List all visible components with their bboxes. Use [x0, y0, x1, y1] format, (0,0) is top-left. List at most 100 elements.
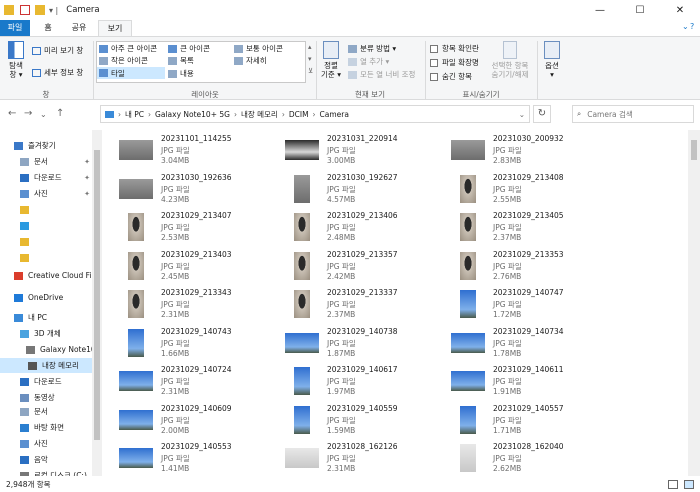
breadcrumb-internal-storage[interactable]: 내장 메모리 — [241, 109, 278, 120]
file-tile[interactable]: 20231029_213405 JPG 파일 2.37MB — [447, 209, 607, 247]
sidebar-item[interactable]: 로컬 디스크 (C:) — [0, 468, 92, 476]
layout-extra-large-icons[interactable]: 아주 큰 아이콘 — [99, 43, 157, 54]
file-tile[interactable]: 20231029_213403 JPG 파일 2.45MB — [115, 248, 275, 286]
sidebar-item[interactable] — [0, 250, 92, 265]
file-tile[interactable]: 20231029_140617 JPG 파일 1.97MB — [281, 363, 441, 401]
breadcrumb-separator-icon[interactable]: › — [118, 110, 121, 119]
item-checkboxes-checkbox[interactable] — [430, 44, 438, 53]
sidebar-item[interactable]: Creative Cloud Fi — [0, 268, 92, 283]
refresh-button[interactable]: ↻ — [533, 105, 551, 123]
file-list-scrollbar[interactable] — [688, 130, 700, 476]
details-view-icon[interactable] — [668, 480, 678, 489]
sidebar-item[interactable]: 바탕 화면 — [0, 420, 92, 435]
options-button[interactable]: 옵션 ▾ — [540, 41, 564, 79]
details-pane-button[interactable]: 세부 정보 창 — [32, 67, 83, 78]
sidebar-item[interactable]: 음악 — [0, 452, 92, 467]
breadcrumb-separator-icon[interactable]: › — [282, 110, 285, 119]
add-columns-button[interactable]: 열 추가 ▾ — [348, 56, 389, 67]
file-tile[interactable]: 20231028_162040 JPG 파일 2.62MB — [447, 440, 607, 476]
hidden-items-checkbox[interactable] — [430, 72, 438, 81]
up-arrow-icon[interactable]: ↑ — [56, 108, 64, 119]
sort-by-button[interactable]: 정렬 기준 ▾ — [318, 41, 344, 79]
file-tile[interactable]: 20231029_213357 JPG 파일 2.42MB — [281, 248, 441, 286]
ribbon-collapse-icon[interactable]: ⌄ — [682, 22, 689, 31]
search-input[interactable]: ⌕ Camera 검색 — [572, 105, 694, 123]
breadcrumb-galaxy[interactable]: Galaxy Note10+ 5G — [155, 110, 230, 119]
sidebar-item[interactable]: 내장 메모리 — [0, 358, 92, 373]
sidebar-item[interactable]: Galaxy Note10+ — [0, 342, 92, 357]
layout-medium-icons[interactable]: 보통 아이콘 — [234, 43, 283, 54]
file-tile[interactable]: 20231029_140738 JPG 파일 1.87MB — [281, 325, 441, 363]
back-arrow-icon[interactable]: ← — [8, 108, 16, 119]
hidden-items-toggle[interactable]: 숨긴 항목 — [430, 71, 472, 82]
file-tile[interactable]: 20231028_162126 JPG 파일 2.31MB — [281, 440, 441, 476]
layout-scroll-up-icon[interactable]: ▴ — [308, 43, 312, 51]
breadcrumb-separator-icon[interactable]: › — [313, 110, 316, 119]
sidebar-item[interactable]: 동영상 — [0, 390, 92, 405]
file-tile[interactable]: 20231029_213407 JPG 파일 2.53MB — [115, 209, 275, 247]
file-list-scrollbar-thumb[interactable] — [691, 140, 697, 160]
sidebar-item[interactable] — [0, 218, 92, 233]
breadcrumb-dcim[interactable]: DCIM — [289, 110, 309, 119]
layout-tiles[interactable]: 타일 — [97, 67, 165, 79]
recent-locations-icon[interactable]: ⌄ — [40, 110, 47, 119]
tab-view[interactable]: 보기 — [98, 20, 132, 36]
tab-home[interactable]: 홈 — [36, 20, 60, 36]
sidebar-item[interactable]: 내 PC — [0, 310, 92, 325]
group-by-button[interactable]: 분류 방법 ▾ — [348, 43, 396, 54]
file-tile[interactable]: 20231029_140747 JPG 파일 1.72MB — [447, 286, 607, 324]
layout-content[interactable]: 내용 — [168, 68, 194, 79]
sidebar-item[interactable]: 사진 — [0, 436, 92, 451]
size-all-columns-button[interactable]: 모든 열 너비 조정 — [348, 69, 415, 80]
file-extensions-toggle[interactable]: 파일 확장명 — [430, 57, 479, 68]
file-tile[interactable]: 20231031_220914 JPG 파일 3.00MB — [281, 132, 441, 170]
sidebar-scrollbar-thumb[interactable] — [94, 150, 100, 440]
item-checkboxes-toggle[interactable]: 항목 확인란 — [430, 43, 479, 54]
layout-scroll-down-icon[interactable]: ▾ — [308, 55, 312, 63]
sidebar-item[interactable] — [0, 234, 92, 249]
close-button[interactable]: ✕ — [660, 0, 700, 20]
file-tile[interactable]: 20231029_140734 JPG 파일 1.78MB — [447, 325, 607, 363]
sidebar-item[interactable] — [0, 202, 92, 217]
sidebar-item[interactable]: 사진 ✦ — [0, 186, 92, 201]
preview-pane-button[interactable]: 미리 보기 창 — [32, 45, 83, 56]
sidebar-item[interactable]: 문서 ✦ — [0, 154, 92, 169]
large-icons-view-icon[interactable] — [684, 480, 694, 489]
sidebar-item[interactable]: 다운로드 ✦ — [0, 170, 92, 185]
file-tile[interactable]: 20231029_213353 JPG 파일 2.76MB — [447, 248, 607, 286]
breadcrumb-pc[interactable]: 내 PC — [125, 109, 144, 120]
layout-details[interactable]: 자세히 — [234, 55, 267, 66]
layout-large-icons[interactable]: 큰 아이콘 — [168, 43, 210, 54]
quick-access-dropdown-icon[interactable]: ▾ | — [49, 6, 58, 15]
hide-selected-button[interactable]: 선택한 항목 숨기기/해제 — [488, 41, 532, 79]
file-tile[interactable]: 20231029_140553 JPG 파일 1.41MB — [115, 440, 275, 476]
layout-small-icons[interactable]: 작은 아이콘 — [99, 55, 148, 66]
file-extensions-checkbox[interactable] — [430, 58, 438, 67]
file-tile[interactable]: 20231030_200932 JPG 파일 2.83MB — [447, 132, 607, 170]
sidebar-item[interactable]: 문서 — [0, 404, 92, 419]
navigation-pane-button[interactable]: 탐색 창 ▾ — [4, 41, 28, 79]
sidebar-item[interactable]: 3D 개체 — [0, 326, 92, 341]
file-tile[interactable]: 20231029_213408 JPG 파일 2.55MB — [447, 171, 607, 209]
file-tile[interactable]: 20231029_140743 JPG 파일 1.66MB — [115, 325, 275, 363]
forward-arrow-icon[interactable]: → — [24, 108, 32, 119]
file-tile[interactable]: 20231029_140724 JPG 파일 2.31MB — [115, 363, 275, 401]
file-tile[interactable]: 20231030_192636 JPG 파일 4.23MB — [115, 171, 275, 209]
file-tile[interactable]: 20231029_213337 JPG 파일 2.37MB — [281, 286, 441, 324]
file-tile[interactable]: 20231029_213406 JPG 파일 2.48MB — [281, 209, 441, 247]
breadcrumb-camera[interactable]: Camera — [320, 110, 349, 119]
breadcrumb-separator-icon[interactable]: › — [148, 110, 151, 119]
help-icon[interactable]: ? — [690, 22, 694, 31]
file-tile[interactable]: 20231029_140559 JPG 파일 1.59MB — [281, 402, 441, 440]
file-tile[interactable]: 20231029_140611 JPG 파일 1.91MB — [447, 363, 607, 401]
address-bar[interactable]: › 내 PC › Galaxy Note10+ 5G › 내장 메모리 › DC… — [100, 105, 530, 123]
address-dropdown-icon[interactable]: ⌄ — [519, 110, 525, 119]
sidebar-item[interactable]: 즐겨찾기 — [0, 138, 92, 153]
layout-list[interactable]: 목록 — [168, 55, 194, 66]
minimize-button[interactable]: — — [580, 0, 620, 20]
folder-icon[interactable] — [35, 5, 45, 15]
maximize-button[interactable]: ☐ — [620, 0, 660, 20]
file-tile[interactable]: 20231029_140609 JPG 파일 2.00MB — [115, 402, 275, 440]
tab-file[interactable]: 파일 — [0, 20, 30, 36]
tab-share[interactable]: 공유 — [62, 20, 96, 36]
